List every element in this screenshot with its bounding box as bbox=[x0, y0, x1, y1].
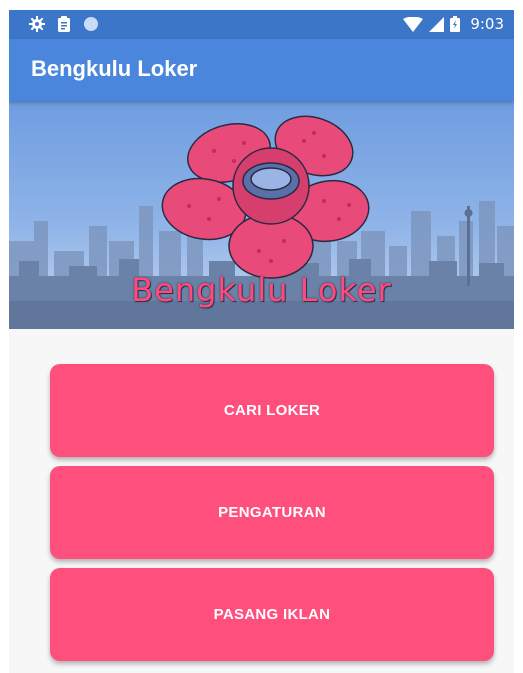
circle-icon bbox=[84, 17, 98, 31]
status-notification-icons bbox=[29, 16, 99, 32]
banner-image: Bengkulu Loker bbox=[9, 101, 514, 329]
settings-icon bbox=[29, 16, 45, 32]
status-time: 9:03 bbox=[470, 15, 504, 33]
wifi-icon bbox=[403, 16, 424, 32]
app-title: Bengkulu Loker bbox=[31, 56, 198, 81]
app-bar: Bengkulu Loker bbox=[9, 39, 514, 101]
signal-icon bbox=[429, 16, 445, 32]
banner-title: Bengkulu Loker bbox=[131, 271, 392, 309]
pasang-iklan-button[interactable]: PASANG IKLAN bbox=[50, 568, 494, 661]
status-system-icons: 9:03 bbox=[403, 15, 504, 33]
cari-loker-button[interactable]: CARI LOKER bbox=[50, 364, 494, 457]
clipboard-icon bbox=[58, 16, 70, 32]
status-bar: 9:03 bbox=[9, 10, 514, 39]
pengaturan-button[interactable]: PENGATURAN bbox=[50, 466, 494, 559]
battery-icon bbox=[450, 16, 461, 32]
app-screen: 9:03 Bengkulu Loker Bengkulu Loker CARI … bbox=[9, 10, 514, 673]
